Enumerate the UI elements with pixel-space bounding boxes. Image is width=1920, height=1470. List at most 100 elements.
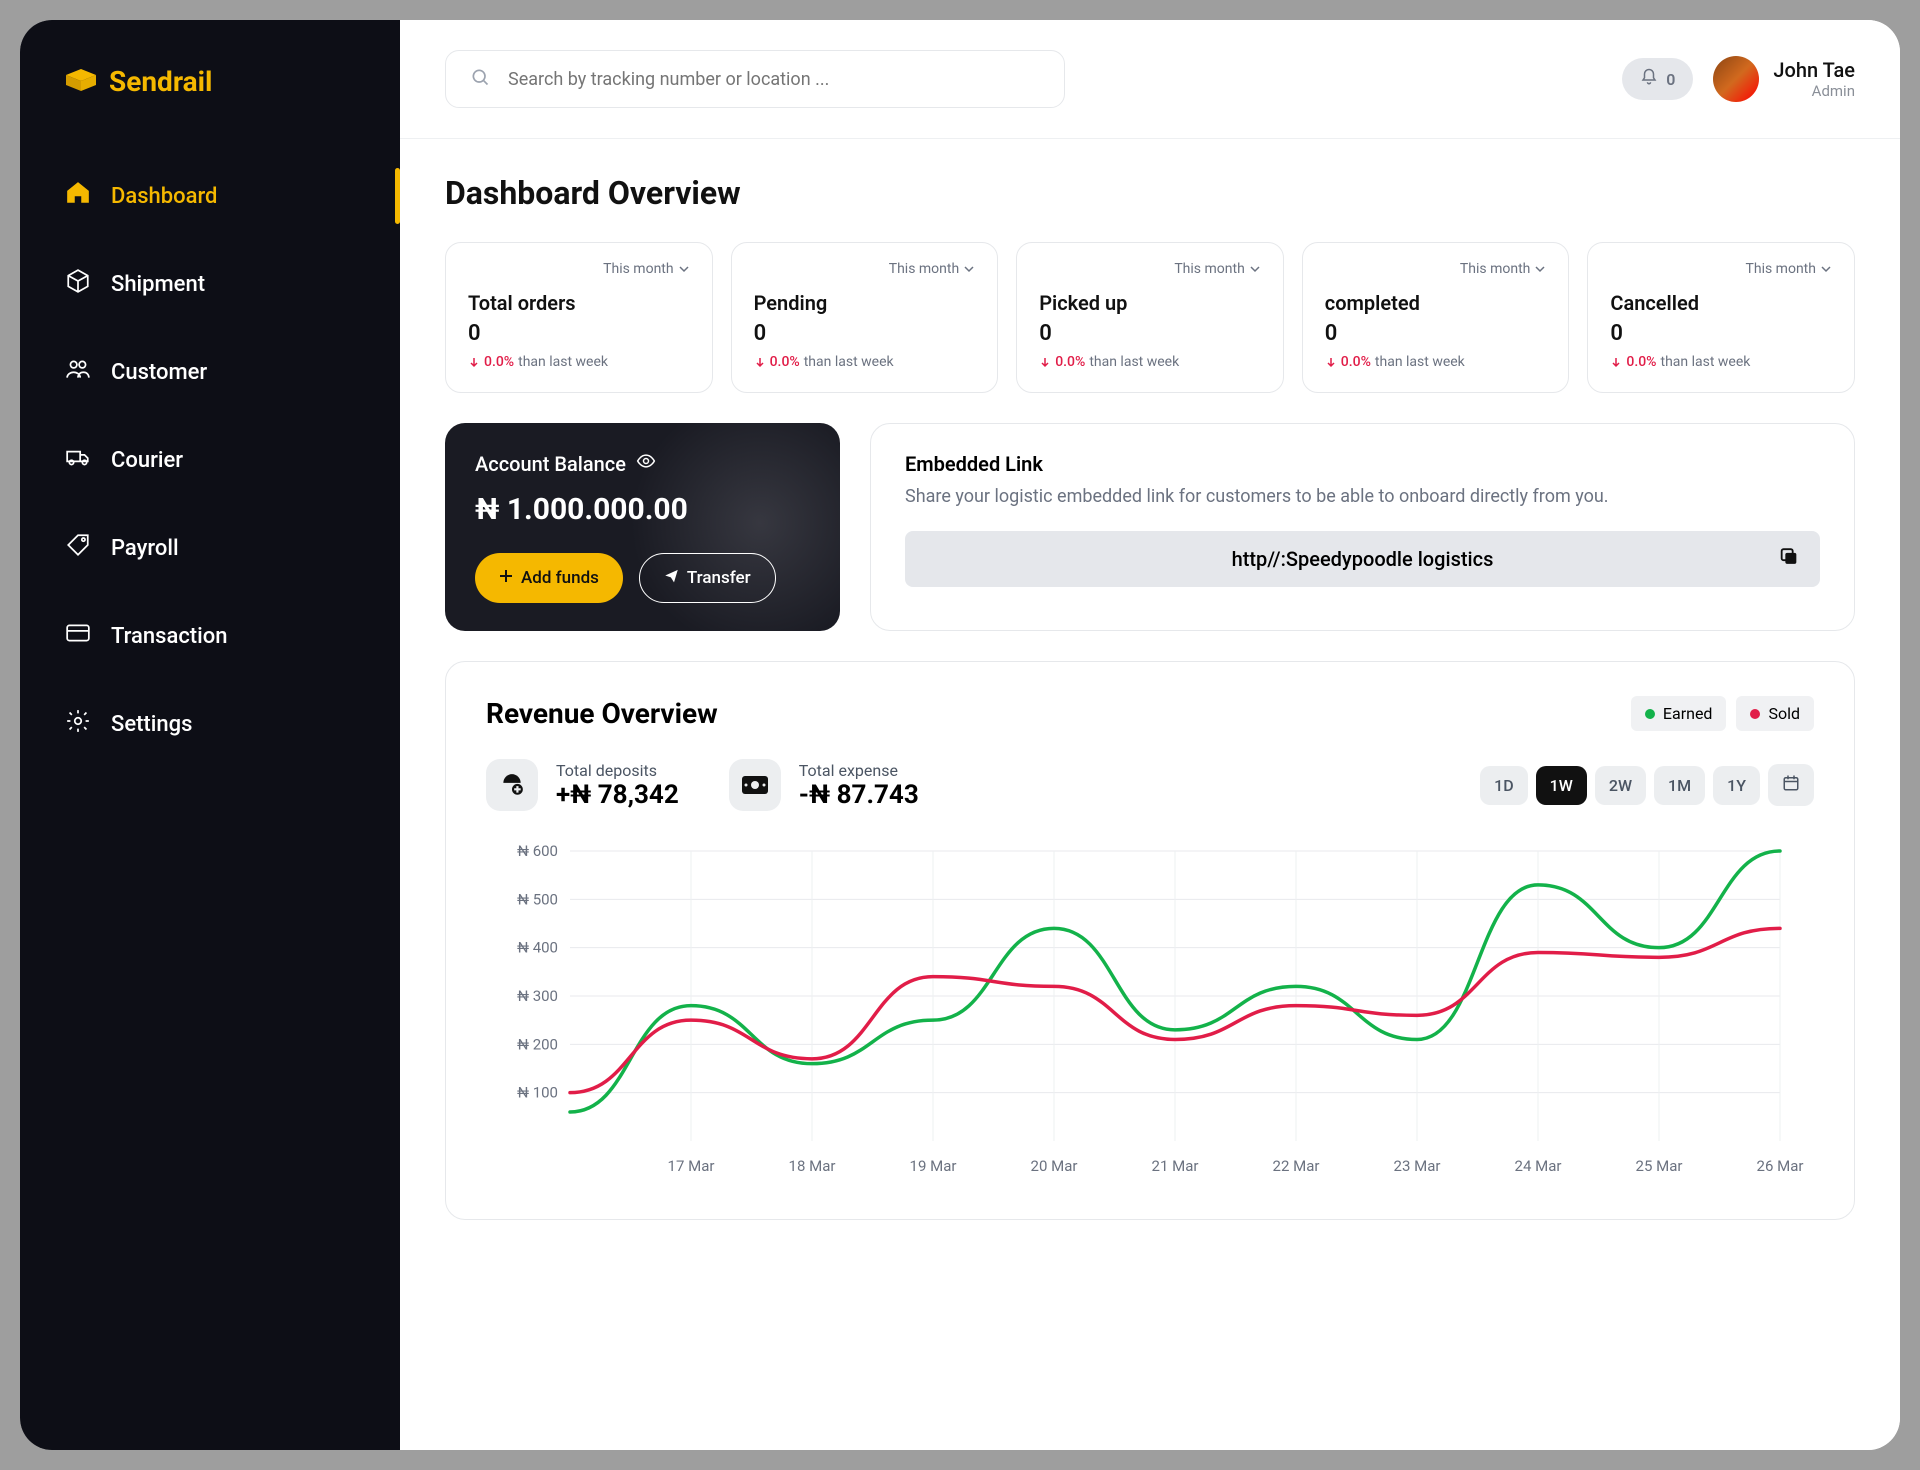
chevron-down-icon (1820, 263, 1832, 275)
stat-label: Pending (754, 291, 976, 315)
period-select[interactable]: This month (468, 261, 690, 277)
metric-deposits: Total deposits +₦ 78,342 (486, 759, 679, 811)
stat-card-completed: This month completed 0 0.0%than last wee… (1302, 242, 1570, 393)
balance-card: Account Balance ₦ 1.000.000.00 Add funds… (445, 423, 840, 631)
bell-icon (1640, 68, 1658, 90)
home-icon (65, 180, 91, 212)
balance-amount: ₦ 1.000.000.00 (475, 492, 810, 527)
sidebar-item-payroll[interactable]: Payroll (20, 510, 400, 586)
svg-text:25 Mar: 25 Mar (1636, 1157, 1683, 1175)
timefilter-1d[interactable]: 1D (1480, 766, 1528, 805)
notifications-button[interactable]: 0 (1622, 58, 1693, 100)
stat-delta: 0.0%than last week (754, 354, 976, 370)
revenue-title: Revenue Overview (486, 697, 1631, 730)
timefilter-1y[interactable]: 1Y (1713, 766, 1760, 805)
calendar-icon (1782, 774, 1800, 792)
send-icon (664, 568, 679, 588)
content: Dashboard Overview This month Total orde… (400, 139, 1900, 1255)
arrow-down-icon (1039, 356, 1051, 368)
svg-text:24 Mar: 24 Mar (1515, 1157, 1562, 1175)
sidebar-item-label: Payroll (111, 536, 179, 561)
stat-value: 0 (1039, 321, 1261, 346)
sidebar-item-label: Shipment (111, 272, 205, 297)
stat-delta: 0.0%than last week (468, 354, 690, 370)
avatar (1713, 56, 1759, 102)
stat-value: 0 (1610, 321, 1832, 346)
svg-text:18 Mar: 18 Mar (789, 1157, 836, 1175)
search-bar[interactable] (445, 50, 1065, 108)
stat-value: 0 (1325, 321, 1547, 346)
chevron-down-icon (678, 263, 690, 275)
sidebar-item-settings[interactable]: Settings (20, 686, 400, 762)
add-funds-button[interactable]: Add funds (475, 553, 623, 603)
sidebar-item-courier[interactable]: Courier (20, 422, 400, 498)
stats-row: This month Total orders 0 0.0%than last … (445, 242, 1855, 393)
metric-label: Total expense (799, 761, 919, 780)
timefilter-1w[interactable]: 1W (1536, 766, 1587, 805)
period-select[interactable]: This month (1325, 261, 1547, 277)
stat-delta: 0.0%than last week (1325, 354, 1547, 370)
calendar-button[interactable] (1768, 764, 1814, 806)
sidebar: Sendrail Dashboard Shipment Customer Cou… (20, 20, 400, 1450)
nav: Dashboard Shipment Customer Courier Payr… (20, 158, 400, 762)
balance-title: Account Balance (475, 451, 810, 476)
sidebar-item-label: Dashboard (111, 184, 217, 209)
sidebar-item-customer[interactable]: Customer (20, 334, 400, 410)
users-icon (65, 356, 91, 388)
svg-text:23 Mar: 23 Mar (1394, 1157, 1441, 1175)
timefilter-1m[interactable]: 1M (1654, 766, 1705, 805)
stat-label: Picked up (1039, 291, 1261, 315)
topbar: 0 John Tae Admin (400, 20, 1900, 139)
stat-value: 0 (754, 321, 976, 346)
copy-icon[interactable] (1778, 546, 1800, 573)
middle-row: Account Balance ₦ 1.000.000.00 Add funds… (445, 423, 1855, 631)
cube-icon (65, 268, 91, 300)
embed-title: Embedded Link (905, 452, 1820, 476)
svg-text:₦ 400: ₦ 400 (517, 939, 558, 957)
stat-delta: 0.0%than last week (1610, 354, 1832, 370)
search-input[interactable] (508, 69, 1040, 90)
arrow-down-icon (754, 356, 766, 368)
wallet-plus-icon (486, 759, 538, 811)
svg-text:26 Mar: 26 Mar (1757, 1157, 1804, 1175)
sidebar-item-label: Transaction (111, 624, 227, 649)
transfer-button[interactable]: Transfer (639, 553, 776, 603)
stat-label: Cancelled (1610, 291, 1832, 315)
user-menu[interactable]: John Tae Admin (1713, 56, 1855, 102)
tag-icon (65, 532, 91, 564)
sidebar-item-shipment[interactable]: Shipment (20, 246, 400, 322)
embed-link: http//:Speedypoodle logistics (905, 531, 1820, 587)
search-icon (470, 67, 490, 91)
eye-icon[interactable] (636, 451, 656, 476)
svg-text:19 Mar: 19 Mar (910, 1157, 957, 1175)
metric-value: -₦ 87.743 (799, 780, 919, 810)
period-select[interactable]: This month (1610, 261, 1832, 277)
arrow-down-icon (468, 356, 480, 368)
revenue-card: Revenue Overview Earned Sold Total depos… (445, 661, 1855, 1220)
svg-text:₦ 300: ₦ 300 (517, 987, 558, 1005)
card-icon (65, 620, 91, 652)
chevron-down-icon (963, 263, 975, 275)
metric-expense: Total expense -₦ 87.743 (729, 759, 919, 811)
box-icon (65, 69, 97, 95)
embed-link-text: http//:Speedypoodle logistics (1232, 547, 1494, 571)
period-select[interactable]: This month (1039, 261, 1261, 277)
stat-delta: 0.0%than last week (1039, 354, 1261, 370)
chevron-down-icon (1534, 263, 1546, 275)
sidebar-item-dashboard[interactable]: Dashboard (20, 158, 400, 234)
sidebar-item-transaction[interactable]: Transaction (20, 598, 400, 674)
timefilter-2w[interactable]: 2W (1595, 766, 1646, 805)
sidebar-item-label: Courier (111, 448, 183, 473)
notif-count: 0 (1666, 70, 1675, 89)
svg-text:20 Mar: 20 Mar (1031, 1157, 1078, 1175)
stat-value: 0 (468, 321, 690, 346)
gear-icon (65, 708, 91, 740)
stat-label: Total orders (468, 291, 690, 315)
app-frame: Sendrail Dashboard Shipment Customer Cou… (20, 20, 1900, 1450)
period-select[interactable]: This month (754, 261, 976, 277)
revenue-chart: ₦ 100₦ 200₦ 300₦ 400₦ 500₦ 60017 Mar18 M… (486, 841, 1814, 1181)
legend-earned: Earned (1631, 696, 1727, 731)
truck-icon (65, 444, 91, 476)
page-title: Dashboard Overview (445, 174, 1855, 212)
embed-card: Embedded Link Share your logistic embedd… (870, 423, 1855, 631)
